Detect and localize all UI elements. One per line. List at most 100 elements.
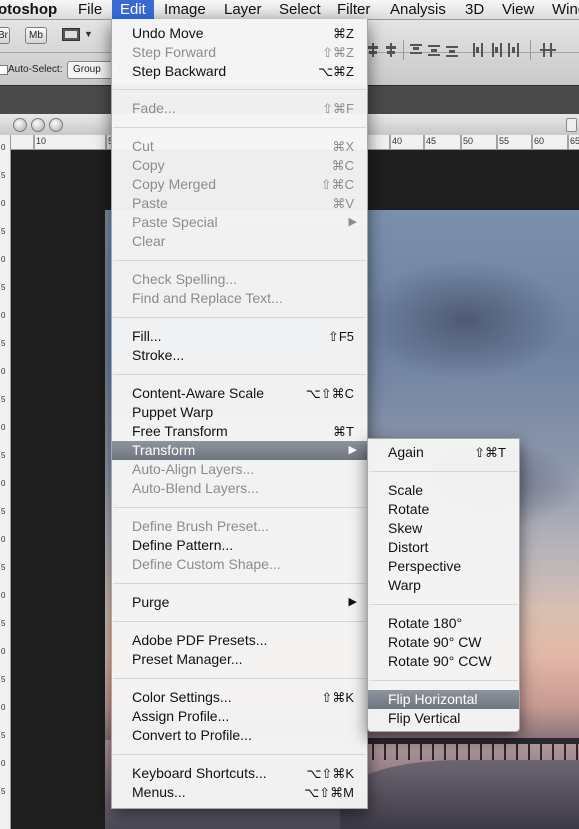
auto-select-checkbox[interactable] [0, 65, 8, 75]
menu-item-label: Rotate 90° CW [388, 634, 482, 650]
zoom-window-icon[interactable] [49, 118, 63, 132]
menu-item-content-aware-scale[interactable]: Content-Aware Scale ⌥⇧⌘C [112, 384, 367, 403]
menu-view[interactable]: View [502, 0, 534, 19]
auto-align-layers-icon[interactable] [540, 43, 556, 57]
distribute-bottom-icon[interactable] [446, 43, 458, 57]
menu-item-label: Check Spelling... [132, 271, 238, 287]
menu-item-adobe-pdf-presets[interactable]: Adobe PDF Presets... [112, 631, 367, 650]
menu-item-label: Purge [132, 594, 170, 610]
submenu-item-flip-vertical[interactable]: Flip Vertical [368, 709, 519, 728]
menu-item-label: Skew [388, 520, 423, 536]
ruler-label: 5 [1, 563, 6, 572]
menu-item-assign-profile[interactable]: Assign Profile... [112, 707, 367, 726]
submenu-item-flip-horizontal[interactable]: Flip Horizontal [368, 690, 519, 709]
menu-item-label: Rotate 180° [388, 615, 463, 631]
menu-item-label: Cut [132, 138, 154, 154]
toolbar-toggle-icon[interactable] [566, 118, 577, 132]
menu-window[interactable]: Wind [552, 0, 579, 19]
submenu-item-rotate-90-cw[interactable]: Rotate 90° CW [368, 633, 519, 652]
mini-bridge-button[interactable]: Mb [25, 27, 47, 44]
distribute-right-icon[interactable] [508, 43, 520, 57]
submenu-item-again[interactable]: Again ⇧⌘T [368, 443, 519, 462]
menu-item-define-custom-shape: Define Custom Shape... [112, 555, 367, 574]
menu-item-label: Clear [132, 233, 166, 249]
submenu-item-distort[interactable]: Distort [368, 538, 519, 557]
menu-item-puppet-warp[interactable]: Puppet Warp [112, 403, 367, 422]
menu-separator [113, 89, 366, 90]
ruler-label: 0 [1, 591, 6, 600]
align-icon[interactable] [367, 43, 379, 57]
menu-item-define-brush-preset: Define Brush Preset... [112, 517, 367, 536]
ruler-label: 55 [499, 136, 510, 146]
ruler-label: 5 [1, 787, 6, 796]
ruler-label: 60 [534, 136, 545, 146]
close-window-icon[interactable] [13, 118, 27, 132]
menu-filter[interactable]: Filter [337, 0, 370, 19]
distribute-left-icon[interactable] [472, 43, 484, 57]
menu-3d[interactable]: 3D [465, 0, 484, 19]
align-icon[interactable] [385, 43, 397, 57]
menu-separator [113, 260, 366, 261]
ruler-label: 5 [1, 395, 6, 404]
pier-piling [384, 738, 386, 760]
ruler-label: 0 [1, 535, 6, 544]
menu-separator [113, 754, 366, 755]
menu-item-stroke[interactable]: Stroke... [112, 346, 367, 365]
menu-separator [113, 678, 366, 679]
submenu-item-perspective[interactable]: Perspective [368, 557, 519, 576]
menu-separator [113, 127, 366, 128]
minimize-window-icon[interactable] [31, 118, 45, 132]
submenu-item-rotate-180[interactable]: Rotate 180° [368, 614, 519, 633]
submenu-item-skew[interactable]: Skew [368, 519, 519, 538]
menu-item-shortcut: ⌥⇧⌘K [306, 766, 354, 781]
ruler-label: 5 [1, 339, 6, 348]
menu-item-label: Auto-Blend Layers... [132, 480, 259, 496]
menu-item-label: Flip Vertical [388, 710, 461, 726]
photo-cloud [360, 260, 570, 380]
ruler-label: 40 [392, 136, 403, 146]
menu-item-fill[interactable]: Fill... ⇧F5 [112, 327, 367, 346]
menu-item-keyboard-shortcuts[interactable]: Keyboard Shortcuts... ⌥⇧⌘K [112, 764, 367, 783]
menu-item-shortcut: ⌘Z [333, 26, 354, 41]
menu-item-label: Define Pattern... [132, 537, 234, 553]
vertical-ruler: 0 5 0 5 0 5 0 5 0 5 0 5 0 5 0 5 0 5 0 5 0 5 0 5 [0, 135, 11, 829]
menu-item-transform[interactable]: Transform ▶ [112, 441, 367, 460]
submenu-item-rotate[interactable]: Rotate [368, 500, 519, 519]
menu-item-shortcut: ⌘V [332, 196, 354, 211]
ruler-label: 5 [1, 731, 6, 740]
submenu-item-warp[interactable]: Warp [368, 576, 519, 595]
menu-image[interactable]: Image [164, 0, 206, 19]
menu-item-free-transform[interactable]: Free Transform ⌘T [112, 422, 367, 441]
menu-edit[interactable]: Edit [112, 0, 154, 19]
menu-item-label: Distort [388, 539, 429, 555]
ruler-label: 10 [36, 136, 47, 146]
menu-item-purge[interactable]: Purge ▶ [112, 593, 367, 612]
ruler-label: 0 [1, 703, 6, 712]
menu-item-find-and-replace-text: Find and Replace Text... [112, 289, 367, 308]
menu-item-step-backward[interactable]: Step Backward ⌥⌘Z [112, 62, 367, 81]
menu-item-define-pattern[interactable]: Define Pattern... [112, 536, 367, 555]
distribute-hcenter-icon[interactable] [490, 43, 502, 57]
menu-item-label: Convert to Profile... [132, 727, 252, 743]
menu-item-undo-move[interactable]: Undo Move ⌘Z [112, 24, 367, 43]
menu-item-color-settings[interactable]: Color Settings... ⇧⌘K [112, 688, 367, 707]
menu-analysis[interactable]: Analysis [390, 0, 446, 19]
menu-file[interactable]: File [78, 0, 102, 19]
menu-layer[interactable]: Layer [224, 0, 262, 19]
distribute-top-icon[interactable] [410, 43, 422, 57]
bridge-button[interactable]: Br [0, 27, 10, 44]
menu-app-photoshop[interactable]: otoshop [0, 0, 57, 19]
menu-item-label: Define Brush Preset... [132, 518, 269, 534]
menu-select[interactable]: Select [279, 0, 321, 19]
menu-item-preset-manager[interactable]: Preset Manager... [112, 650, 367, 669]
filmstrip-icon[interactable] [62, 28, 80, 41]
ruler-label: 0 [1, 311, 6, 320]
pier-piling [540, 738, 542, 760]
chevron-down-icon[interactable]: ▼ [84, 29, 93, 39]
distribute-vcenter-icon[interactable] [428, 43, 440, 57]
submenu-item-scale[interactable]: Scale [368, 481, 519, 500]
menu-item-convert-to-profile[interactable]: Convert to Profile... [112, 726, 367, 745]
menu-item-label: Again [388, 444, 424, 460]
menu-item-menus[interactable]: Menus... ⌥⇧⌘M [112, 783, 367, 802]
submenu-item-rotate-90-ccw[interactable]: Rotate 90° CCW [368, 652, 519, 671]
